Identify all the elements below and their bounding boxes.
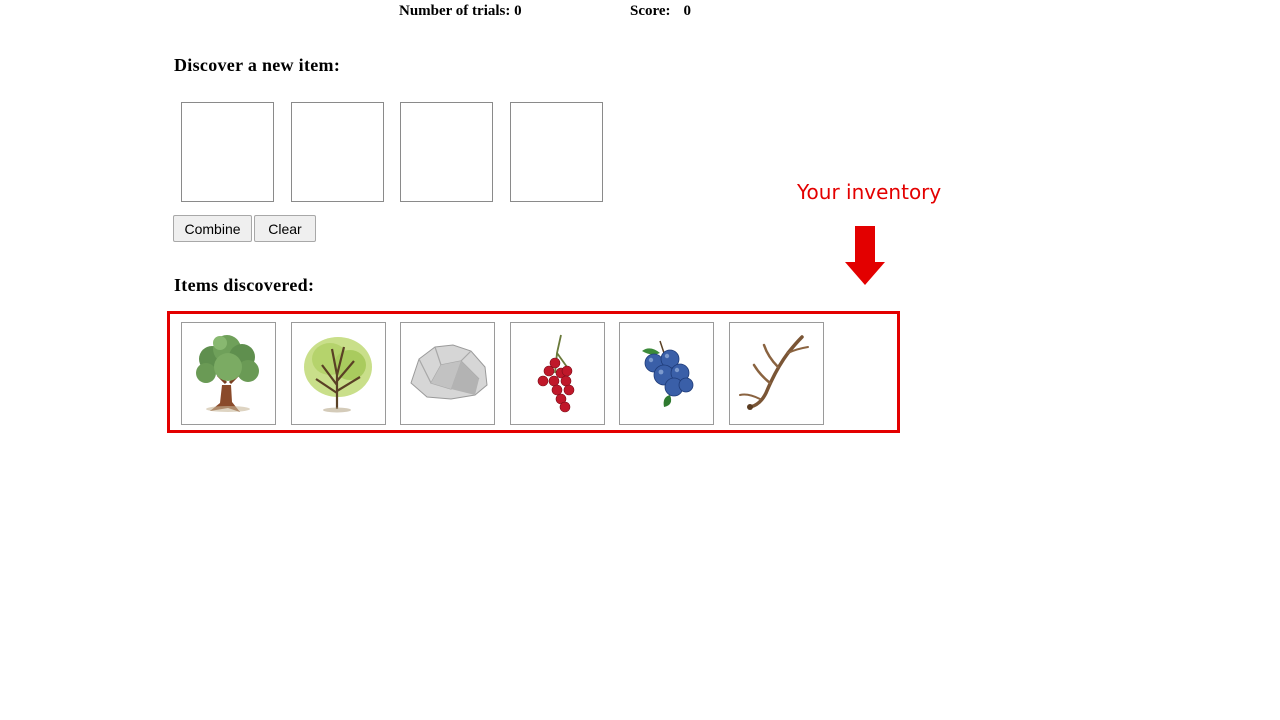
- items-discovered-heading: Items discovered:: [174, 275, 315, 295]
- inventory-item-rock[interactable]: [400, 322, 495, 425]
- score-counter: Score: 0: [630, 3, 691, 20]
- trials-label: Number of trials:: [399, 3, 511, 19]
- inventory-annotation: Your inventory: [797, 180, 942, 204]
- blueberries-icon: [642, 340, 694, 407]
- clear-button[interactable]: Clear: [254, 215, 316, 242]
- red-berries-icon: [537, 334, 575, 413]
- score-value: 0: [683, 3, 692, 19]
- trials-counter: Number of trials: 0: [399, 3, 522, 20]
- score-label: Score:: [630, 3, 671, 19]
- trials-value: 0: [514, 3, 522, 19]
- combine-slot-4[interactable]: [510, 102, 603, 202]
- combine-slot-3[interactable]: [400, 102, 493, 202]
- inventory-item-leafy-tree[interactable]: [291, 322, 386, 425]
- inventory-item-red-berries[interactable]: [510, 322, 605, 425]
- combine-button[interactable]: Combine: [173, 215, 252, 242]
- inventory-item-oak-tree[interactable]: [181, 322, 276, 425]
- combine-slot-2[interactable]: [291, 102, 384, 202]
- rock-icon: [410, 344, 488, 400]
- arrow-down-icon: [845, 226, 885, 285]
- antler-icon: [739, 335, 809, 410]
- leafy-tree-icon: [304, 337, 372, 413]
- discover-heading: Discover a new item:: [174, 55, 341, 75]
- inventory-item-blueberries[interactable]: [619, 322, 714, 425]
- oak-tree-icon: [196, 335, 259, 412]
- inventory-item-antler[interactable]: [729, 322, 824, 425]
- combine-slot-1[interactable]: [181, 102, 274, 202]
